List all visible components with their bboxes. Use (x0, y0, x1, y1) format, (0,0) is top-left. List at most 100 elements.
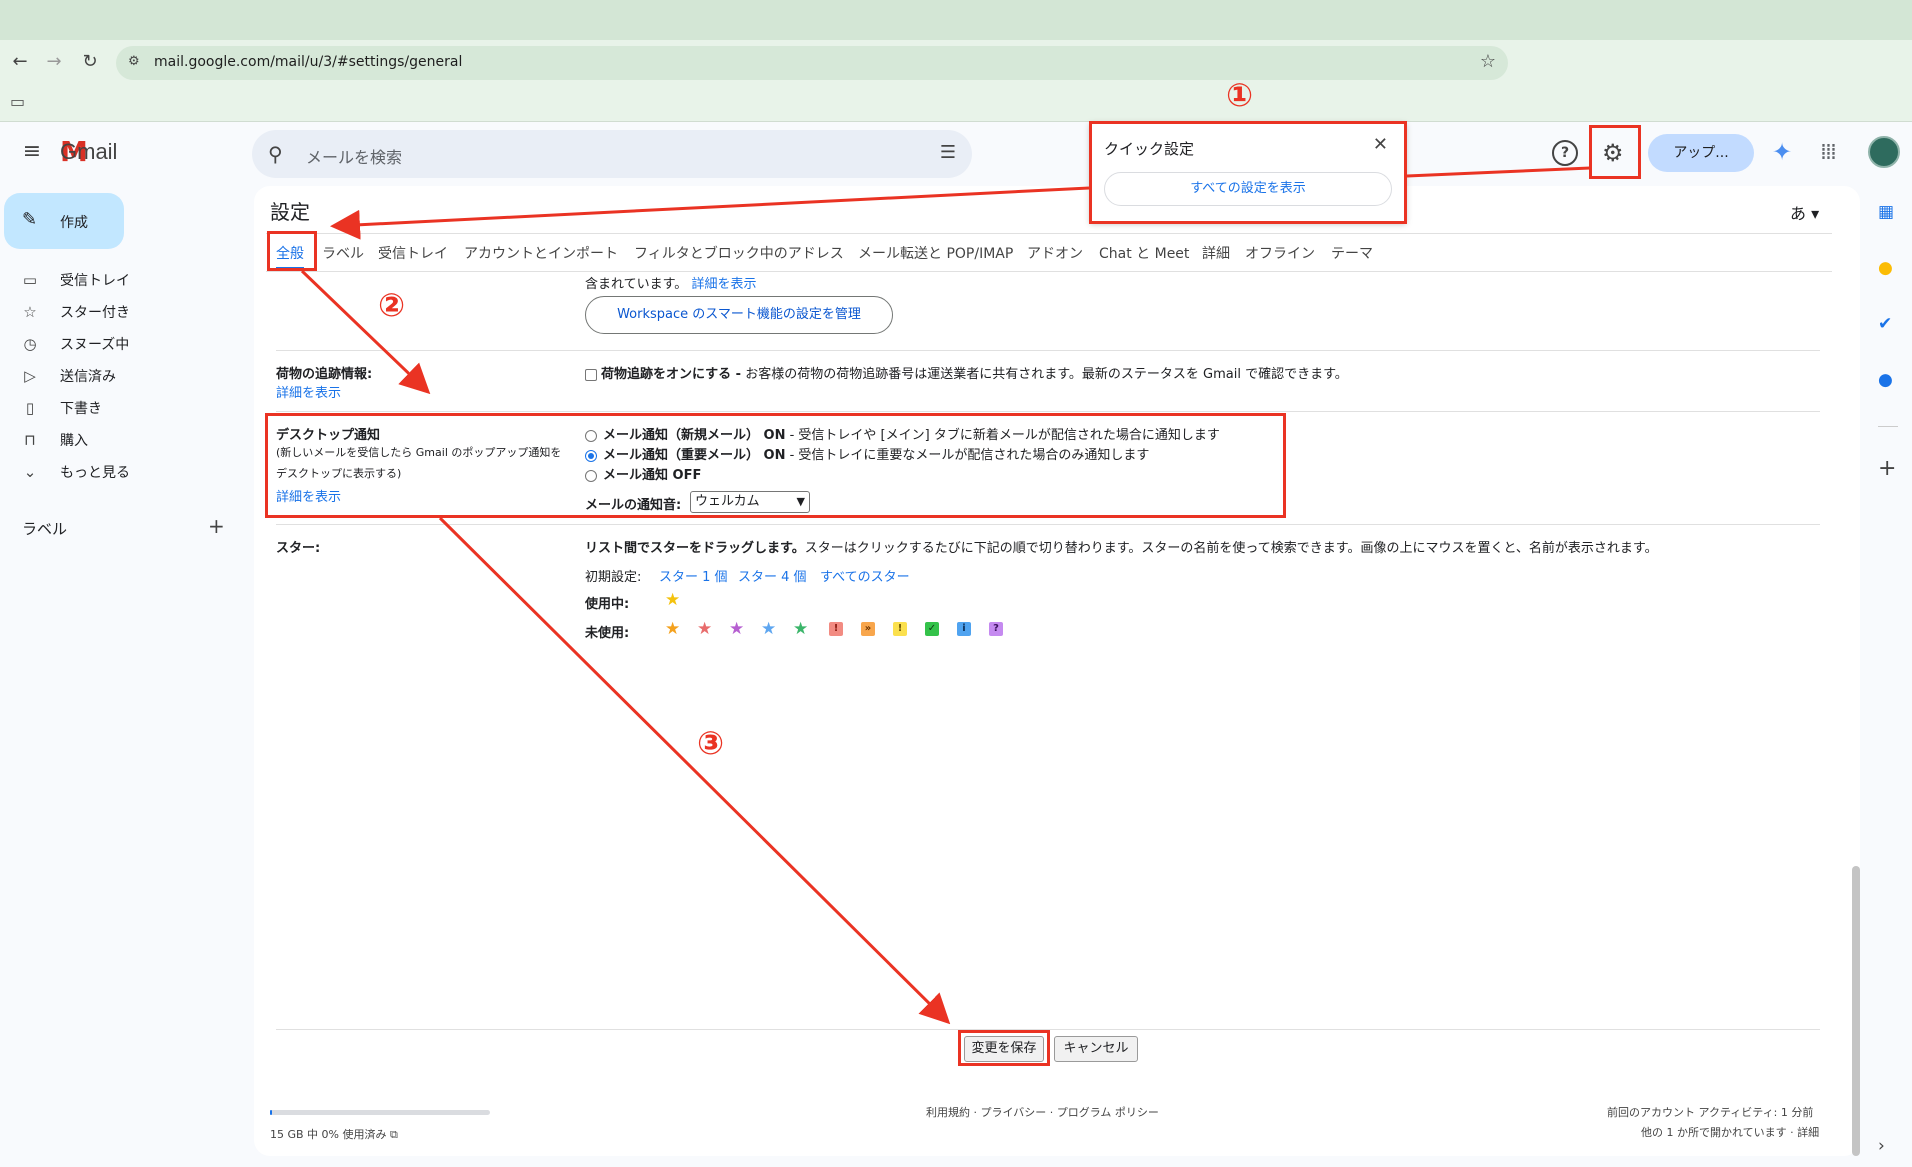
preset-four-stars-link[interactable]: スター 4 個 (738, 566, 807, 585)
smart-features-text: 含まれています。 詳細を表示 (585, 277, 757, 292)
bookmark-star-icon[interactable]: ☆ (1480, 51, 1496, 72)
chevron-right-icon[interactable]: › (1878, 1136, 1885, 1156)
sidebar-item-starred[interactable]: ☆ スター付き (20, 298, 130, 326)
tab-labels[interactable]: ラベル (322, 243, 364, 263)
site-settings-icon[interactable]: ⚙ (128, 54, 140, 69)
clock-icon: ◷ (23, 335, 37, 353)
compose-button[interactable]: ✎ 作成 (4, 193, 124, 249)
gmail-wordmark: Gmail (60, 139, 118, 164)
main-menu-icon[interactable]: ≡ (20, 140, 44, 164)
storage-text[interactable]: 15 GB 中 0% 使用済み ⧉ (270, 1126, 398, 1142)
contacts-icon[interactable]: ● (1878, 370, 1893, 390)
divider (276, 411, 1820, 412)
bag-icon: ⊓ (24, 431, 36, 449)
cancel-button[interactable]: キャンセル (1054, 1036, 1138, 1062)
folder-icon[interactable]: ▭ (10, 92, 25, 111)
keep-icon[interactable]: ● (1878, 258, 1893, 278)
gemini-icon[interactable]: ✦ (1772, 138, 1792, 166)
gmail-logo[interactable]: M Gmail (60, 138, 117, 166)
annotation-box-gear (1589, 125, 1641, 179)
workspace-smart-settings-button[interactable]: Workspace のスマート機能の設定を管理 (585, 296, 893, 334)
forward-icon[interactable]: → (42, 50, 66, 74)
sidebar-item-label: 送信済み (60, 369, 116, 385)
red-star-icon[interactable]: ★ (697, 619, 712, 639)
orange-star-icon[interactable]: ★ (665, 619, 680, 639)
green-star-icon[interactable]: ★ (793, 619, 808, 639)
in-use-yellow-star-icon[interactable]: ★ (665, 590, 680, 610)
stars-in-use-label: 使用中: (585, 597, 630, 612)
sidebar-item-label: 受信トレイ (60, 273, 130, 289)
search-options-icon[interactable]: ☰ (940, 142, 956, 163)
blue-info-icon[interactable]: i (957, 622, 971, 636)
pencil-icon: ✎ (22, 209, 38, 230)
stars-presets-label: 初期設定: (585, 570, 642, 585)
step-1-marker: ① (1226, 76, 1254, 114)
account-activity-details[interactable]: 他の 1 か所で開かれています · 詳細 (1641, 1124, 1819, 1140)
google-apps-icon[interactable]: ⁞⁞⁞ (1820, 140, 1837, 165)
storage-fill (270, 1110, 273, 1115)
reload-icon[interactable]: ↻ (78, 50, 102, 74)
sidebar-item-more[interactable]: ⌄ もっと見る (20, 458, 130, 486)
tab-offline[interactable]: オフライン (1245, 243, 1315, 263)
purple-star-icon[interactable]: ★ (729, 619, 744, 639)
sidebar-item-inbox[interactable]: ▭ 受信トレイ (20, 266, 130, 294)
tab-themes[interactable]: テーマ (1331, 243, 1373, 263)
add-addon-icon[interactable]: + (1878, 456, 1896, 481)
tab-accounts[interactable]: アカウントとインポート (464, 243, 618, 263)
sidebar-item-purchases[interactable]: ⊓ 購入 (20, 426, 88, 454)
sidebar-item-sent[interactable]: ▷ 送信済み (20, 362, 116, 390)
arrow-gear-to-panel (1406, 166, 1591, 178)
search-icon[interactable]: ⚲ (268, 142, 283, 166)
orange-guillemet-icon[interactable]: » (861, 622, 875, 636)
tasks-icon[interactable]: ✔ (1878, 314, 1892, 334)
smart-features-link[interactable]: 詳細を表示 (691, 277, 756, 292)
labels-header: ラベル (22, 520, 68, 538)
sidebar-item-label: 購入 (60, 433, 88, 449)
input-tools-button[interactable]: あ ▾ (1790, 200, 1819, 224)
annotation-box-desktop-notification (265, 413, 1286, 518)
tab-advanced[interactable]: 詳細 (1202, 243, 1230, 263)
preset-all-stars-link[interactable]: すべてのスター (820, 566, 910, 585)
back-icon[interactable]: ← (8, 50, 32, 74)
tab-inbox[interactable]: 受信トレイ (378, 243, 448, 263)
stars-unused-label: 未使用: (585, 626, 630, 641)
yellow-bang-icon[interactable]: ! (893, 622, 907, 636)
tab-chat-meet[interactable]: Chat と Meet (1099, 243, 1189, 263)
tracking-learn-more-link[interactable]: 詳細を表示 (276, 382, 341, 401)
sidebar-item-label: もっと見る (60, 465, 130, 481)
upgrade-button[interactable]: アップ... (1648, 134, 1754, 172)
sidebar-item-snoozed[interactable]: ◷ スヌーズ中 (20, 330, 129, 358)
step-2-marker: ② (378, 286, 406, 324)
divider (266, 271, 1832, 272)
add-label-icon[interactable]: + (208, 514, 225, 538)
red-bang-icon[interactable]: ! (829, 622, 843, 636)
send-icon: ▷ (24, 367, 36, 385)
compose-label: 作成 (60, 215, 88, 231)
search-input[interactable]: メールを検索 (306, 144, 402, 168)
tab-filters[interactable]: フィルタとブロック中のアドレス (634, 243, 844, 263)
calendar-icon[interactable]: ▦ (1878, 202, 1894, 222)
scrollbar[interactable] (1852, 866, 1860, 1156)
sidebar-item-label: スヌーズ中 (60, 337, 130, 353)
page-title: 設定 (270, 200, 310, 224)
chevron-down-icon: ⌄ (23, 463, 37, 481)
inbox-icon: ▭ (22, 271, 38, 289)
tracking-checkbox[interactable] (585, 368, 597, 381)
sidebar-item-drafts[interactable]: ▯ 下書き (20, 394, 102, 422)
footer-links[interactable]: 利用規約 · プライバシー · プログラム ポリシー (926, 1104, 1159, 1120)
settings-panel (254, 186, 1860, 1156)
tab-forwarding[interactable]: メール転送と POP/IMAP (858, 243, 1013, 263)
external-link-icon[interactable]: ⧉ (390, 1128, 398, 1141)
storage-bar (270, 1110, 490, 1115)
green-check-icon[interactable]: ✓ (925, 622, 939, 636)
address-bar[interactable]: ⚙ mail.google.com/mail/u/3/#settings/gen… (116, 46, 1508, 80)
search-bar[interactable]: ⚲ メールを検索 ☰ (252, 130, 972, 178)
divider (276, 524, 1820, 525)
blue-star-icon[interactable]: ★ (761, 619, 776, 639)
avatar[interactable] (1868, 136, 1900, 168)
tab-addons[interactable]: アドオン (1027, 243, 1083, 263)
preset-one-star-link[interactable]: スター 1 個 (659, 566, 728, 585)
star-icon: ☆ (23, 303, 37, 321)
help-icon[interactable]: ? (1552, 140, 1578, 166)
purple-question-icon[interactable]: ? (989, 622, 1003, 636)
